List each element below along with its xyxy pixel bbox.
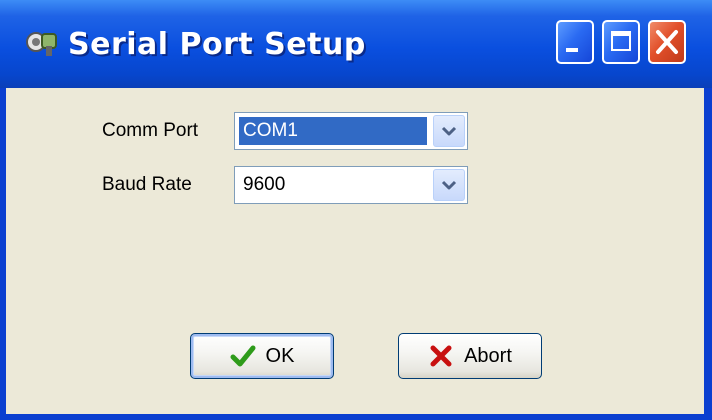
ok-button-label: OK [265, 344, 295, 367]
abort-button[interactable]: Abort [398, 333, 542, 379]
comm-port-dropdown-button[interactable] [433, 115, 465, 147]
baud-rate-value: 9600 [243, 174, 286, 195]
close-icon [656, 30, 678, 54]
minimize-icon [566, 48, 578, 52]
serial-port-setup-window: Serial Port Setup Comm Port COM1 Baud Ra… [0, 0, 712, 420]
checkmark-icon [230, 345, 256, 367]
title-bar[interactable]: Serial Port Setup [0, 0, 712, 88]
dialog-client-area: Comm Port COM1 Baud Rate 9600 OK Abort [6, 88, 704, 414]
comm-port-dropdown[interactable]: COM1 [234, 112, 468, 150]
baud-rate-dropdown-button[interactable] [433, 169, 465, 201]
close-button[interactable] [648, 20, 686, 64]
serial-port-app-icon [26, 32, 57, 56]
maximize-icon [611, 31, 631, 51]
comm-port-value: COM1 [239, 117, 427, 145]
baud-rate-dropdown[interactable]: 9600 [234, 166, 468, 204]
baud-rate-label: Baud Rate [102, 174, 192, 195]
abort-button-label: Abort [464, 344, 512, 367]
comm-port-label: Comm Port [102, 120, 199, 141]
window-title: Serial Port Setup [68, 27, 366, 62]
maximize-button[interactable] [602, 20, 640, 64]
minimize-button[interactable] [556, 20, 594, 64]
ok-button[interactable]: OK [190, 333, 334, 379]
chevron-down-icon [441, 180, 457, 190]
x-icon [430, 345, 452, 367]
chevron-down-icon [441, 126, 457, 136]
